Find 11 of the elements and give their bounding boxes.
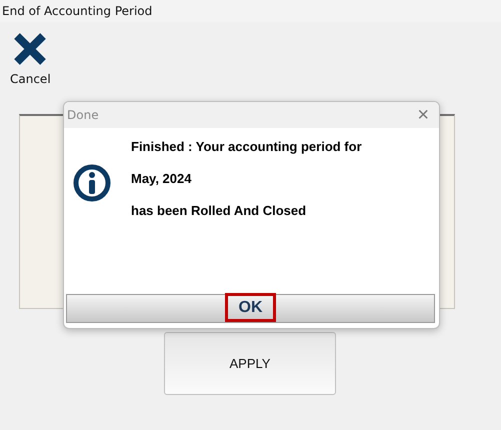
dialog-title: Done bbox=[67, 108, 99, 122]
message-text: has been Rolled And Closed bbox=[131, 202, 308, 220]
message-text: Finished : Your accounting period for bbox=[131, 138, 362, 156]
window-title: End of Accounting Period bbox=[2, 4, 152, 18]
cancel-button[interactable]: Cancel bbox=[8, 30, 53, 114]
apply-button[interactable]: APPLY bbox=[164, 332, 336, 395]
info-icon bbox=[73, 164, 111, 202]
close-button[interactable]: × bbox=[413, 105, 433, 125]
ok-button[interactable]: OK bbox=[225, 293, 276, 322]
message-text: May, 2024 bbox=[131, 170, 192, 188]
close-icon bbox=[13, 32, 48, 66]
